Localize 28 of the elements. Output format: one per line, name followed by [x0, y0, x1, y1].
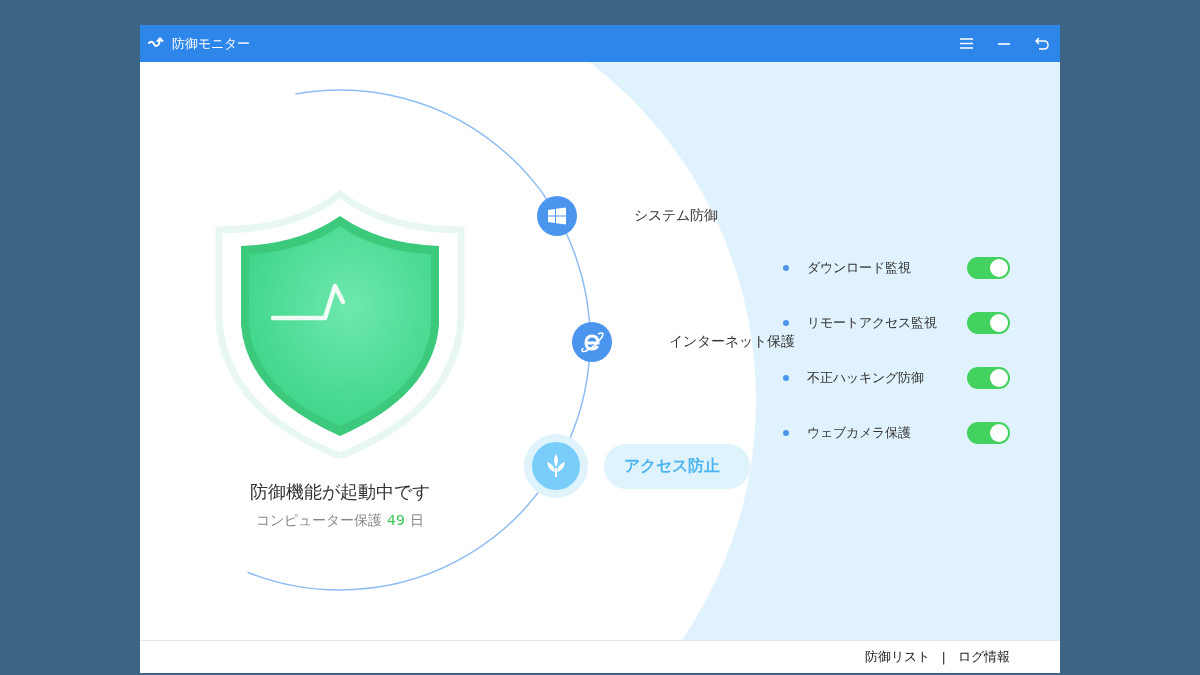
windows-logo-icon — [547, 207, 567, 225]
toggle-switch[interactable] — [967, 257, 1010, 279]
minimize-icon — [998, 42, 1010, 45]
toggle-switch[interactable] — [967, 367, 1010, 389]
return-arrow-icon — [1035, 37, 1049, 50]
toggle-switch[interactable] — [967, 422, 1010, 444]
toggle-label: ダウンロード監視 — [807, 259, 912, 277]
sprout-icon — [545, 454, 567, 478]
protection-days: 49 — [387, 512, 405, 530]
toggle-switch[interactable] — [967, 312, 1010, 334]
toggle-label: 不正ハッキング防御 — [807, 369, 925, 387]
category-label[interactable]: システム防御 — [634, 207, 718, 225]
status-headline: 防御機能が起動中です — [250, 480, 430, 504]
category-label[interactable]: インターネット保護 — [669, 333, 795, 351]
bullet-dot-icon — [783, 265, 789, 271]
bullet-dot-icon — [783, 375, 789, 381]
window-title: 防御モニター — [172, 34, 251, 53]
toggle-label: ウェブカメラ保護 — [807, 424, 912, 442]
days-unit: 日 — [409, 512, 424, 530]
link-separator: | — [941, 649, 946, 665]
toggle-label: リモートアクセス監視 — [807, 314, 938, 332]
protection-label: コンピューター保護 — [256, 512, 383, 530]
bullet-dot-icon — [783, 320, 789, 326]
browser-e-icon — [580, 331, 604, 353]
bullet-dot-icon — [783, 430, 789, 436]
footer-link[interactable]: 防御リスト — [864, 648, 930, 666]
menu-icon — [959, 38, 973, 49]
footer-link[interactable]: ログ情報 — [958, 648, 1010, 666]
